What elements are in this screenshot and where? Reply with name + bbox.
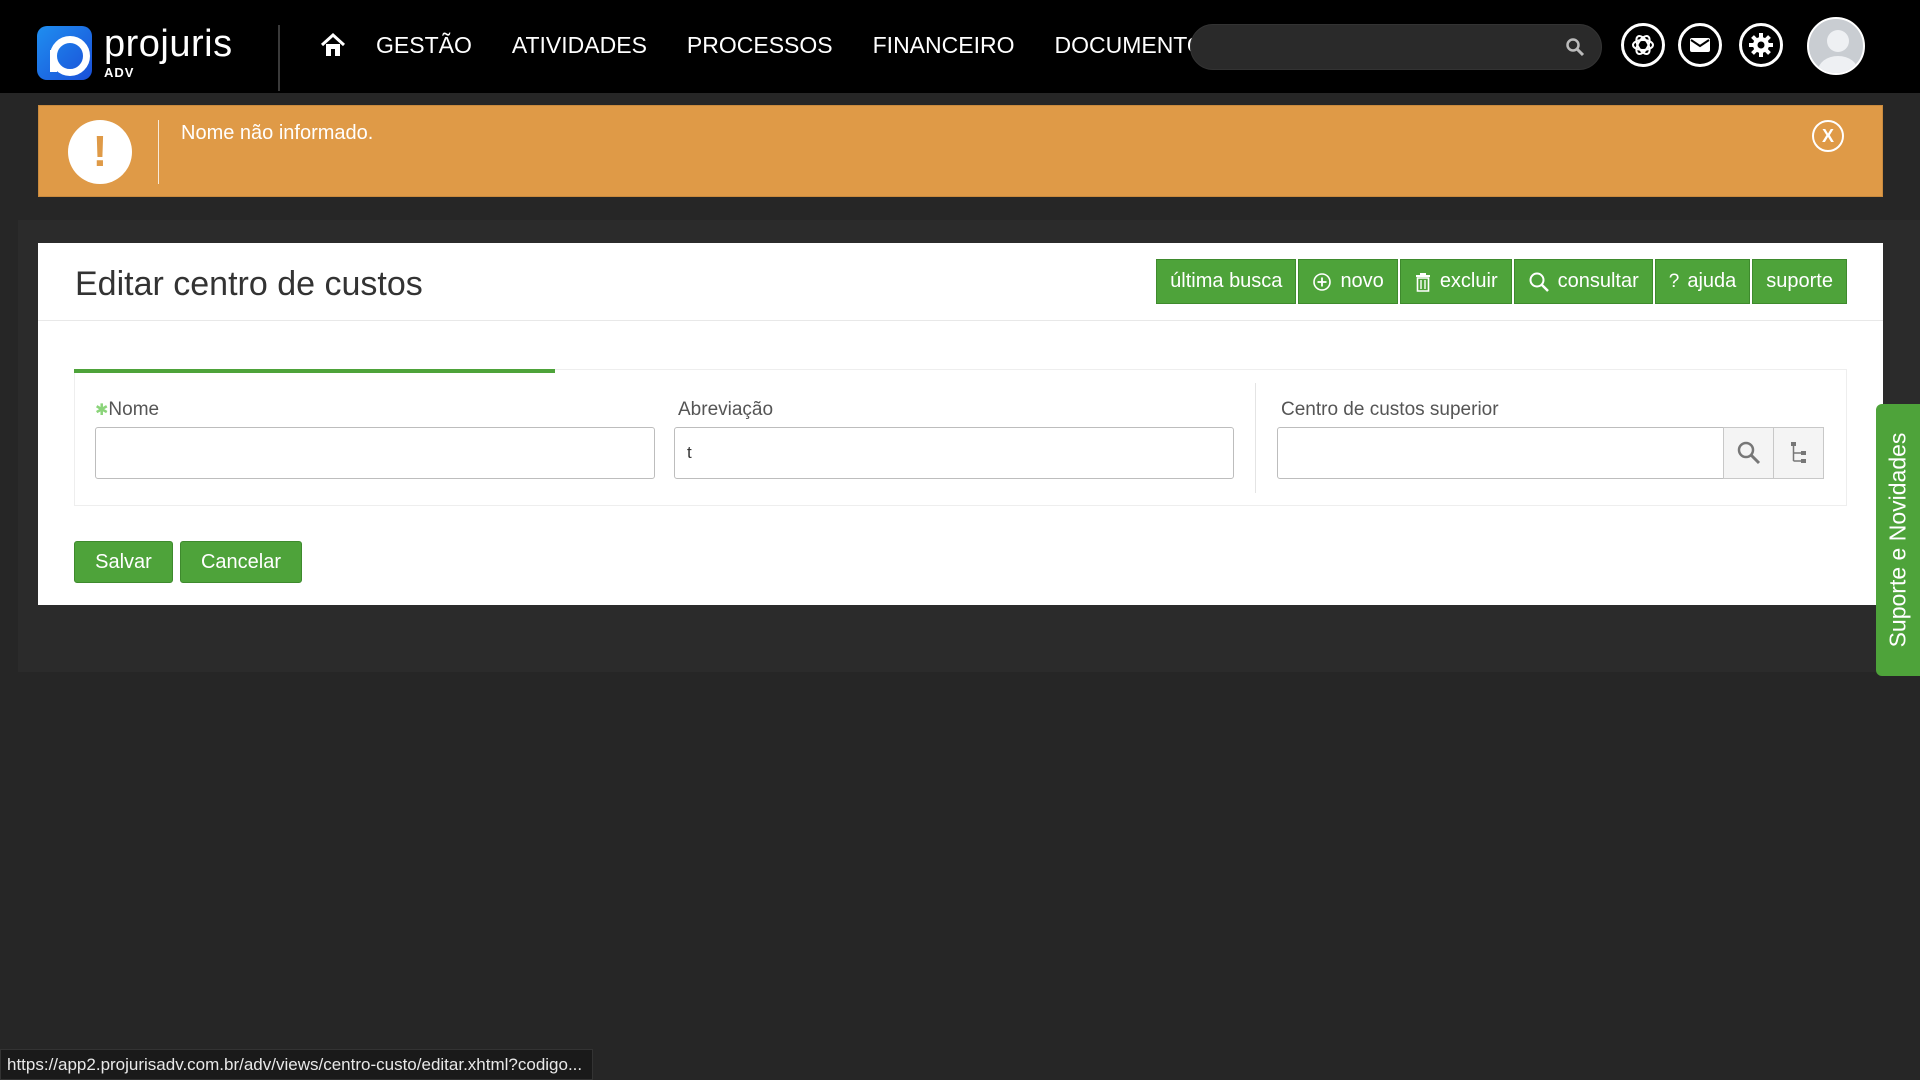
alert-message: Nome não informado. xyxy=(181,122,374,144)
centro-superior-field[interactable] xyxy=(1277,427,1724,479)
abreviacao-label: Abreviação xyxy=(678,399,774,420)
column-separator xyxy=(1255,383,1256,493)
gear-icon xyxy=(1749,33,1773,57)
validation-alert: ! Nome não informado. X xyxy=(38,105,1883,197)
new-label: novo xyxy=(1340,270,1384,292)
tree-icon xyxy=(1790,442,1806,463)
user-avatar[interactable] xyxy=(1807,17,1865,75)
edit-cost-center-panel: Editar centro de custos última busca nov… xyxy=(38,243,1883,605)
consult-label: consultar xyxy=(1557,270,1639,292)
projuris-logo[interactable]: projuris ADV xyxy=(37,25,233,80)
plus-circle-icon xyxy=(1313,272,1332,291)
delete-label: excluir xyxy=(1439,270,1498,292)
alert-divider xyxy=(158,120,159,184)
panel-header: Editar centro de custos última busca nov… xyxy=(38,243,1883,321)
trash-icon xyxy=(1415,272,1430,292)
help-button[interactable]: ? ajuda xyxy=(1654,259,1751,304)
centro-superior-search-button[interactable] xyxy=(1723,427,1774,479)
last-search-button[interactable]: última busca xyxy=(1156,259,1297,304)
delete-button[interactable]: excluir xyxy=(1399,259,1512,304)
support-news-tab[interactable]: Suporte e Novidades xyxy=(1876,404,1920,676)
alert-close-button[interactable]: X xyxy=(1812,120,1844,152)
warning-icon: ! xyxy=(68,120,132,184)
messages-button[interactable] xyxy=(1678,23,1722,67)
support-button[interactable]: suporte xyxy=(1752,259,1847,304)
search-icon xyxy=(1737,441,1760,465)
question-icon: ? xyxy=(1668,270,1680,292)
cancel-button[interactable]: Cancelar xyxy=(180,541,302,583)
logo-divider xyxy=(278,25,280,91)
top-bar: projuris ADV GESTÃO ATIVIDADES PROCESSOS… xyxy=(0,0,1920,93)
projuris-logo-icon xyxy=(37,25,92,80)
logo-text: projuris ADV xyxy=(104,25,233,80)
nav-item-atividades[interactable]: ATIVIDADES xyxy=(512,32,647,59)
centro-superior-tree-button[interactable] xyxy=(1773,427,1824,479)
help-label: ajuda xyxy=(1687,270,1737,292)
settings-button[interactable] xyxy=(1739,23,1783,67)
toolbar: última busca novo excluir consultar ? aj… xyxy=(1154,259,1847,304)
status-bar-url: https://app2.projurisadv.com.br/adv/view… xyxy=(0,1049,594,1080)
last-search-label: última busca xyxy=(1170,270,1283,292)
logo-subtitle: ADV xyxy=(104,65,135,80)
form-tab-indicator xyxy=(74,369,555,373)
search-icon[interactable] xyxy=(1565,37,1585,57)
nome-label: ✱Nome xyxy=(95,399,159,421)
global-search xyxy=(1190,24,1602,70)
abreviacao-field[interactable] xyxy=(674,427,1234,479)
consult-button[interactable]: consultar xyxy=(1513,259,1653,304)
nav-item-financeiro[interactable]: FINANCEIRO xyxy=(873,32,1015,59)
nome-label-text: Nome xyxy=(108,399,160,420)
envelope-icon xyxy=(1690,38,1710,52)
search-input[interactable] xyxy=(1191,25,1601,69)
home-icon[interactable] xyxy=(318,30,348,60)
support-label: suporte xyxy=(1766,270,1833,292)
save-button[interactable]: Salvar xyxy=(74,541,173,583)
page-title: Editar centro de custos xyxy=(75,265,423,303)
logo-title: projuris xyxy=(104,23,233,65)
centro-superior-label: Centro de custos superior xyxy=(1281,399,1499,420)
magnifier-icon xyxy=(1529,272,1549,292)
new-button[interactable]: novo xyxy=(1298,259,1398,304)
user-silhouette-icon xyxy=(1818,30,1858,73)
main-nav: GESTÃO ATIVIDADES PROCESSOS FINANCEIRO D… xyxy=(318,30,1254,60)
nav-item-processos[interactable]: PROCESSOS xyxy=(687,32,833,59)
support-news-label: Suporte e Novidades xyxy=(1884,432,1911,648)
nome-field[interactable] xyxy=(95,427,655,479)
openai-icon xyxy=(1632,34,1654,56)
required-icon: ✱ xyxy=(95,402,109,419)
ai-assistant-button[interactable] xyxy=(1621,23,1665,67)
nav-item-gestao[interactable]: GESTÃO xyxy=(376,32,472,59)
